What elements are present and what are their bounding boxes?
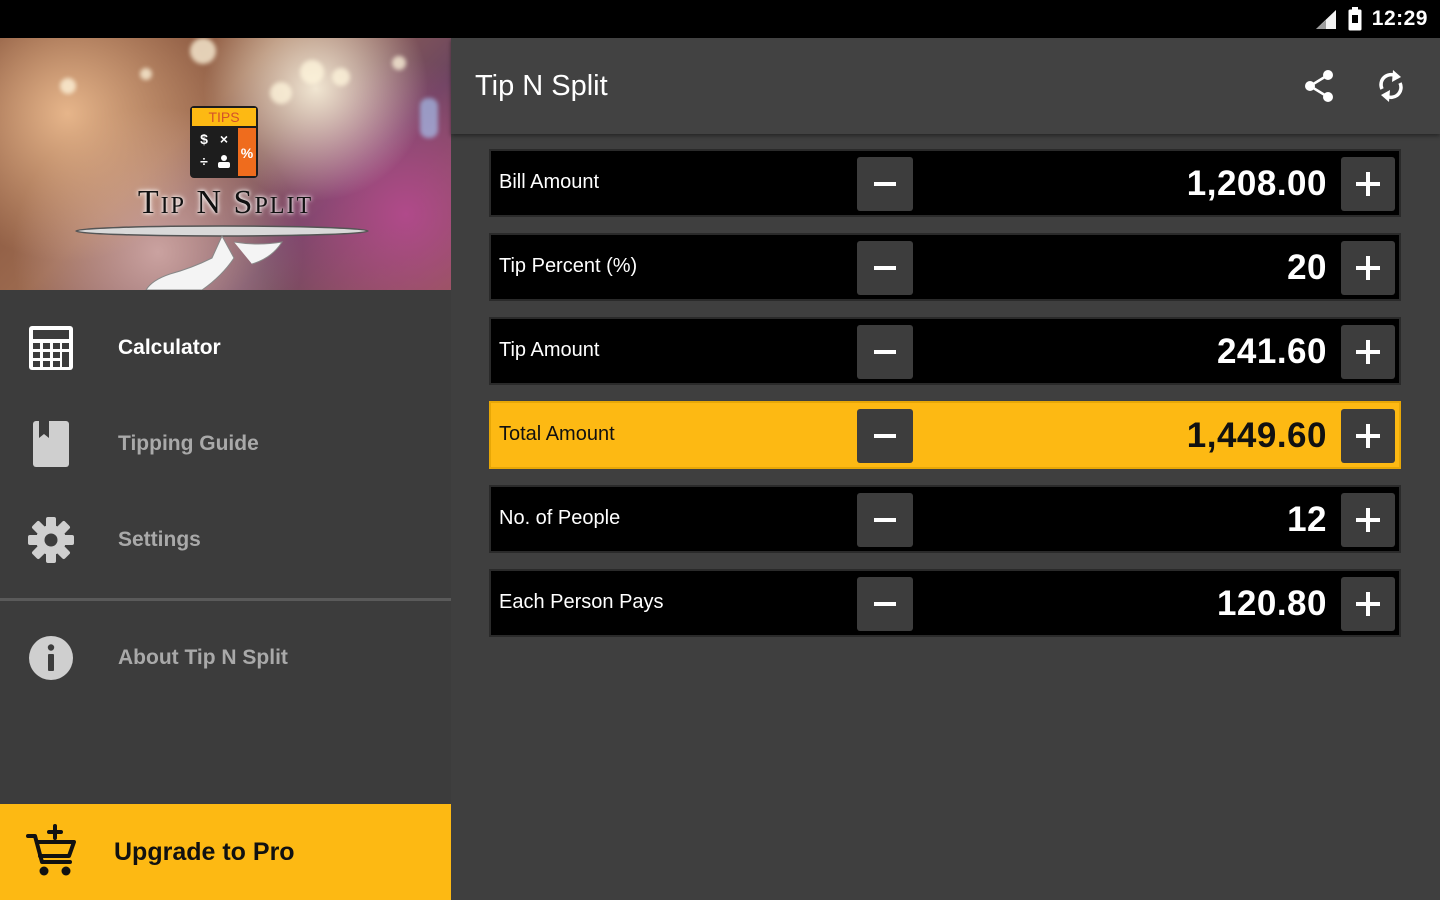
decrement-button[interactable] bbox=[857, 241, 913, 295]
each-person-pays-row: Each Person Pays 120.80 bbox=[489, 569, 1401, 637]
drawer-divider bbox=[0, 598, 451, 601]
svg-text:TIPS: TIPS bbox=[208, 109, 239, 125]
number-of-people-value[interactable]: 12 bbox=[1287, 500, 1327, 540]
row-label: Tip Amount bbox=[499, 339, 600, 361]
drawer-header: TIPS % $ × ÷ Tip N Split bbox=[0, 38, 451, 290]
minus-icon bbox=[874, 182, 896, 186]
drawer-item-settings[interactable]: Settings bbox=[0, 492, 451, 588]
drawer-item-tipping-guide[interactable]: Tipping Guide bbox=[0, 396, 451, 492]
info-icon bbox=[27, 634, 75, 682]
increment-button[interactable] bbox=[1341, 577, 1395, 631]
upgrade-label: Upgrade to Pro bbox=[114, 837, 295, 866]
waiter-tray-graphic bbox=[75, 225, 369, 290]
decrement-button[interactable] bbox=[857, 577, 913, 631]
signal-icon bbox=[1315, 10, 1336, 29]
decrement-button[interactable] bbox=[857, 409, 913, 463]
row-label: Total Amount bbox=[499, 423, 615, 445]
refresh-icon bbox=[1379, 70, 1403, 102]
drawer-item-calculator[interactable]: Calculator bbox=[0, 300, 451, 396]
minus-icon bbox=[874, 266, 896, 270]
svg-text:×: × bbox=[220, 131, 228, 147]
drawer-item-label: Settings bbox=[118, 528, 201, 551]
decrement-button[interactable] bbox=[857, 493, 913, 547]
svg-text:%: % bbox=[241, 145, 254, 161]
decrement-button[interactable] bbox=[857, 325, 913, 379]
page-title: Tip N Split bbox=[475, 70, 608, 102]
bill-amount-row: Bill Amount 1,208.00 bbox=[489, 149, 1401, 217]
gear-icon bbox=[27, 516, 75, 564]
increment-button[interactable] bbox=[1341, 325, 1395, 379]
row-label: Each Person Pays bbox=[499, 591, 664, 613]
tip-amount-row: Tip Amount 241.60 bbox=[489, 317, 1401, 385]
battery-icon bbox=[1348, 7, 1362, 31]
upgrade-to-pro-button[interactable]: Upgrade to Pro bbox=[0, 804, 451, 900]
minus-icon bbox=[874, 434, 896, 438]
row-label: Tip Percent (%) bbox=[499, 255, 638, 277]
app-logo: TIPS % $ × ÷ bbox=[190, 106, 258, 178]
add-cart-icon bbox=[26, 824, 76, 876]
total-amount-value[interactable]: 1,449.60 bbox=[1187, 416, 1327, 456]
share-button[interactable] bbox=[1299, 66, 1339, 106]
increment-button[interactable] bbox=[1341, 493, 1395, 547]
refresh-button[interactable] bbox=[1371, 66, 1411, 106]
drawer-item-label: Tipping Guide bbox=[118, 432, 259, 455]
share-icon bbox=[1305, 70, 1333, 102]
tip-percent-value[interactable]: 20 bbox=[1287, 248, 1327, 288]
navigation-drawer: TIPS % $ × ÷ Tip N Split Calculator Tipp… bbox=[0, 38, 451, 900]
tip-amount-value[interactable]: 241.60 bbox=[1217, 332, 1327, 372]
status-time: 12:29 bbox=[1371, 7, 1428, 30]
svg-text:÷: ÷ bbox=[200, 153, 208, 169]
minus-icon bbox=[874, 602, 896, 606]
status-bar: 12:29 bbox=[0, 0, 1440, 38]
row-label: No. of People bbox=[499, 507, 621, 529]
total-amount-row: Total Amount 1,449.60 bbox=[489, 401, 1401, 469]
minus-icon bbox=[874, 518, 896, 522]
drawer-item-label: Calculator bbox=[118, 336, 221, 359]
each-person-pays-value[interactable]: 120.80 bbox=[1217, 584, 1327, 624]
svg-text:$: $ bbox=[200, 131, 208, 147]
app-bar: Tip N Split bbox=[451, 38, 1440, 134]
row-label: Bill Amount bbox=[499, 171, 600, 193]
increment-button[interactable] bbox=[1341, 241, 1395, 295]
book-icon bbox=[27, 420, 75, 468]
increment-button[interactable] bbox=[1341, 409, 1395, 463]
drawer-item-label: About Tip N Split bbox=[118, 646, 288, 669]
number-of-people-row: No. of People 12 bbox=[489, 485, 1401, 553]
calculator-icon bbox=[27, 324, 75, 372]
decrement-button[interactable] bbox=[857, 157, 913, 211]
calculator-screen: Tip N Split Bill Amount 1,208.00 Tip Per… bbox=[451, 38, 1440, 900]
bill-amount-value[interactable]: 1,208.00 bbox=[1187, 164, 1327, 204]
drawer-item-about[interactable]: About Tip N Split bbox=[0, 610, 451, 706]
tip-percent-row: Tip Percent (%) 20 bbox=[489, 233, 1401, 301]
drawer-brand-title: Tip N Split bbox=[137, 184, 314, 221]
increment-button[interactable] bbox=[1341, 157, 1395, 211]
minus-icon bbox=[874, 350, 896, 354]
